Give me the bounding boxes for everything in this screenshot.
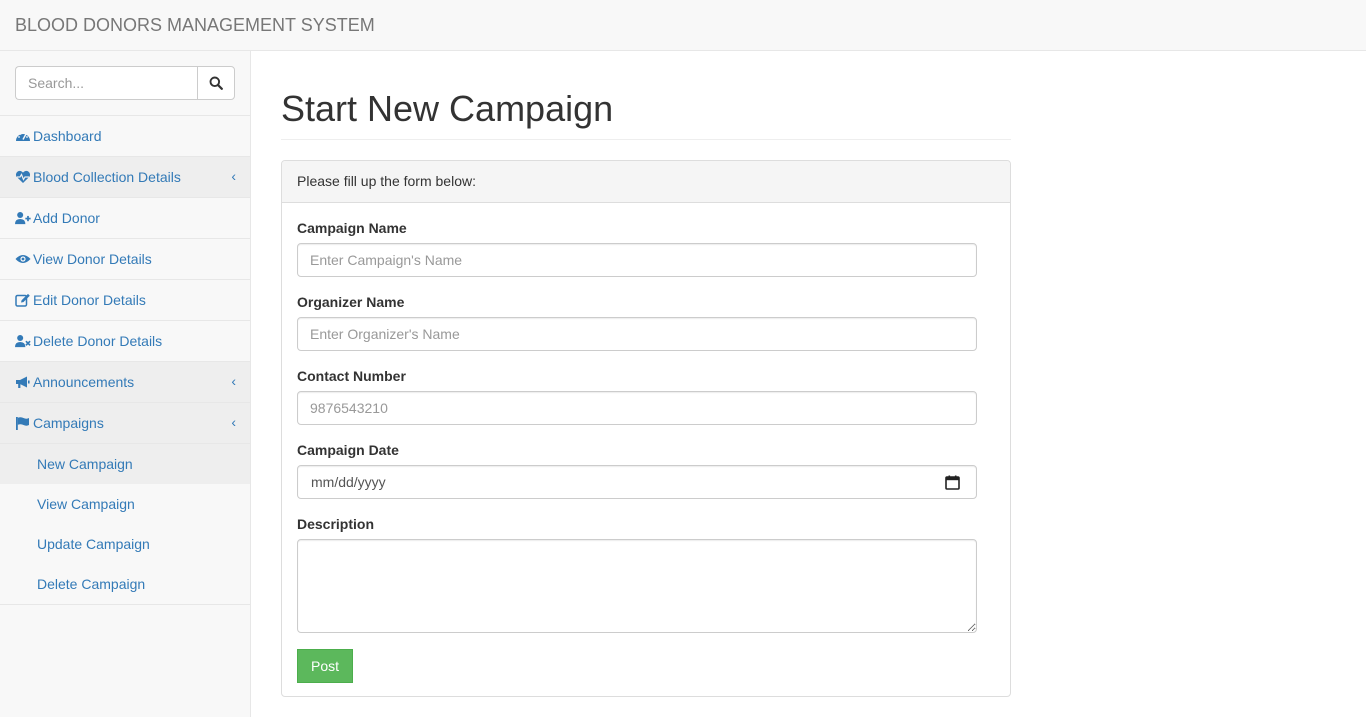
flag-icon: [15, 416, 31, 430]
sidebar-item-label: Delete Donor Details: [33, 333, 163, 349]
contact-number-group: Contact Number: [297, 366, 995, 425]
campaign-date-label: Campaign Date: [297, 442, 399, 458]
sidebar: Dashboard Blood Collection Details ‹: [0, 51, 251, 717]
submenu-new-campaign[interactable]: New Campaign: [0, 444, 250, 484]
panel-body: Campaign Name Organizer Name Contact Num…: [282, 203, 1010, 698]
campaign-name-label: Campaign Name: [297, 220, 407, 236]
description-textarea[interactable]: [297, 539, 977, 633]
submenu-update-campaign[interactable]: Update Campaign: [0, 524, 250, 564]
user-times-icon: [15, 334, 31, 348]
chevron-left-icon: ‹: [231, 168, 236, 184]
sidebar-item-add-donor[interactable]: Add Donor: [0, 198, 250, 239]
search-input[interactable]: [15, 66, 198, 100]
submenu-view-campaign[interactable]: View Campaign: [0, 484, 250, 524]
heartbeat-icon: [15, 170, 31, 184]
sidebar-search: [0, 51, 250, 116]
submenu-delete-campaign[interactable]: Delete Campaign: [0, 564, 250, 604]
sidebar-item-announcements[interactable]: Announcements ‹: [0, 362, 250, 403]
campaigns-submenu: New Campaign View Campaign Update Campai…: [0, 444, 250, 605]
sidebar-item-label: Campaigns: [33, 415, 104, 431]
campaign-form-panel: Please fill up the form below: Campaign …: [281, 160, 1011, 697]
organizer-name-input[interactable]: [297, 317, 977, 351]
chevron-down-icon: ‹: [231, 414, 236, 430]
brand-title[interactable]: BLOOD DONORS MANAGEMENT SYSTEM: [15, 15, 375, 35]
organizer-name-label: Organizer Name: [297, 294, 405, 310]
sidebar-item-blood-collection[interactable]: Blood Collection Details ‹: [0, 157, 250, 198]
eye-icon: [15, 252, 31, 266]
sidebar-item-edit-donor[interactable]: Edit Donor Details: [0, 280, 250, 321]
page-title: Start New Campaign: [281, 88, 614, 129]
sidebar-item-label: Edit Donor Details: [33, 292, 146, 308]
sidebar-item-label: Dashboard: [33, 128, 102, 144]
sidebar-item-view-donor[interactable]: View Donor Details: [0, 239, 250, 280]
sidebar-item-label: Blood Collection Details: [33, 169, 181, 185]
date-placeholder: mm/dd/yyyy: [311, 474, 386, 490]
description-label: Description: [297, 516, 375, 532]
sidebar-item-label: View Donor Details: [33, 251, 152, 267]
search-button[interactable]: [197, 66, 235, 100]
campaign-name-input[interactable]: [297, 243, 977, 277]
sidebar-item-dashboard[interactable]: Dashboard: [0, 116, 250, 157]
campaign-date-group: Campaign Date mm/dd/yyyy: [297, 440, 995, 499]
contact-number-label: Contact Number: [297, 368, 406, 384]
sidebar-item-label: Add Donor: [33, 210, 100, 226]
sidebar-item-delete-donor[interactable]: Delete Donor Details: [0, 321, 250, 362]
search-icon: [209, 76, 223, 90]
contact-number-input[interactable]: [297, 391, 977, 425]
edit-icon: [15, 293, 31, 307]
user-plus-icon: [15, 211, 31, 225]
organizer-name-group: Organizer Name: [297, 292, 995, 351]
sidebar-nav: Dashboard Blood Collection Details ‹ Add…: [0, 116, 250, 605]
chevron-left-icon: ‹: [231, 373, 236, 389]
dashboard-icon: [15, 129, 31, 143]
description-group: Description: [297, 514, 995, 633]
bullhorn-icon: [15, 375, 31, 389]
sidebar-item-label: Announcements: [33, 374, 135, 390]
post-button[interactable]: Post: [297, 649, 354, 683]
campaign-name-group: Campaign Name: [297, 218, 995, 277]
panel-heading: Please fill up the form below:: [282, 161, 1010, 203]
calendar-icon[interactable]: [945, 475, 960, 493]
page-header: Start New Campaign: [281, 87, 1011, 140]
campaign-date-input[interactable]: mm/dd/yyyy: [297, 465, 977, 499]
top-navbar: BLOOD DONORS MANAGEMENT SYSTEM: [0, 0, 1366, 51]
sidebar-item-campaigns[interactable]: Campaigns ‹: [0, 403, 250, 444]
